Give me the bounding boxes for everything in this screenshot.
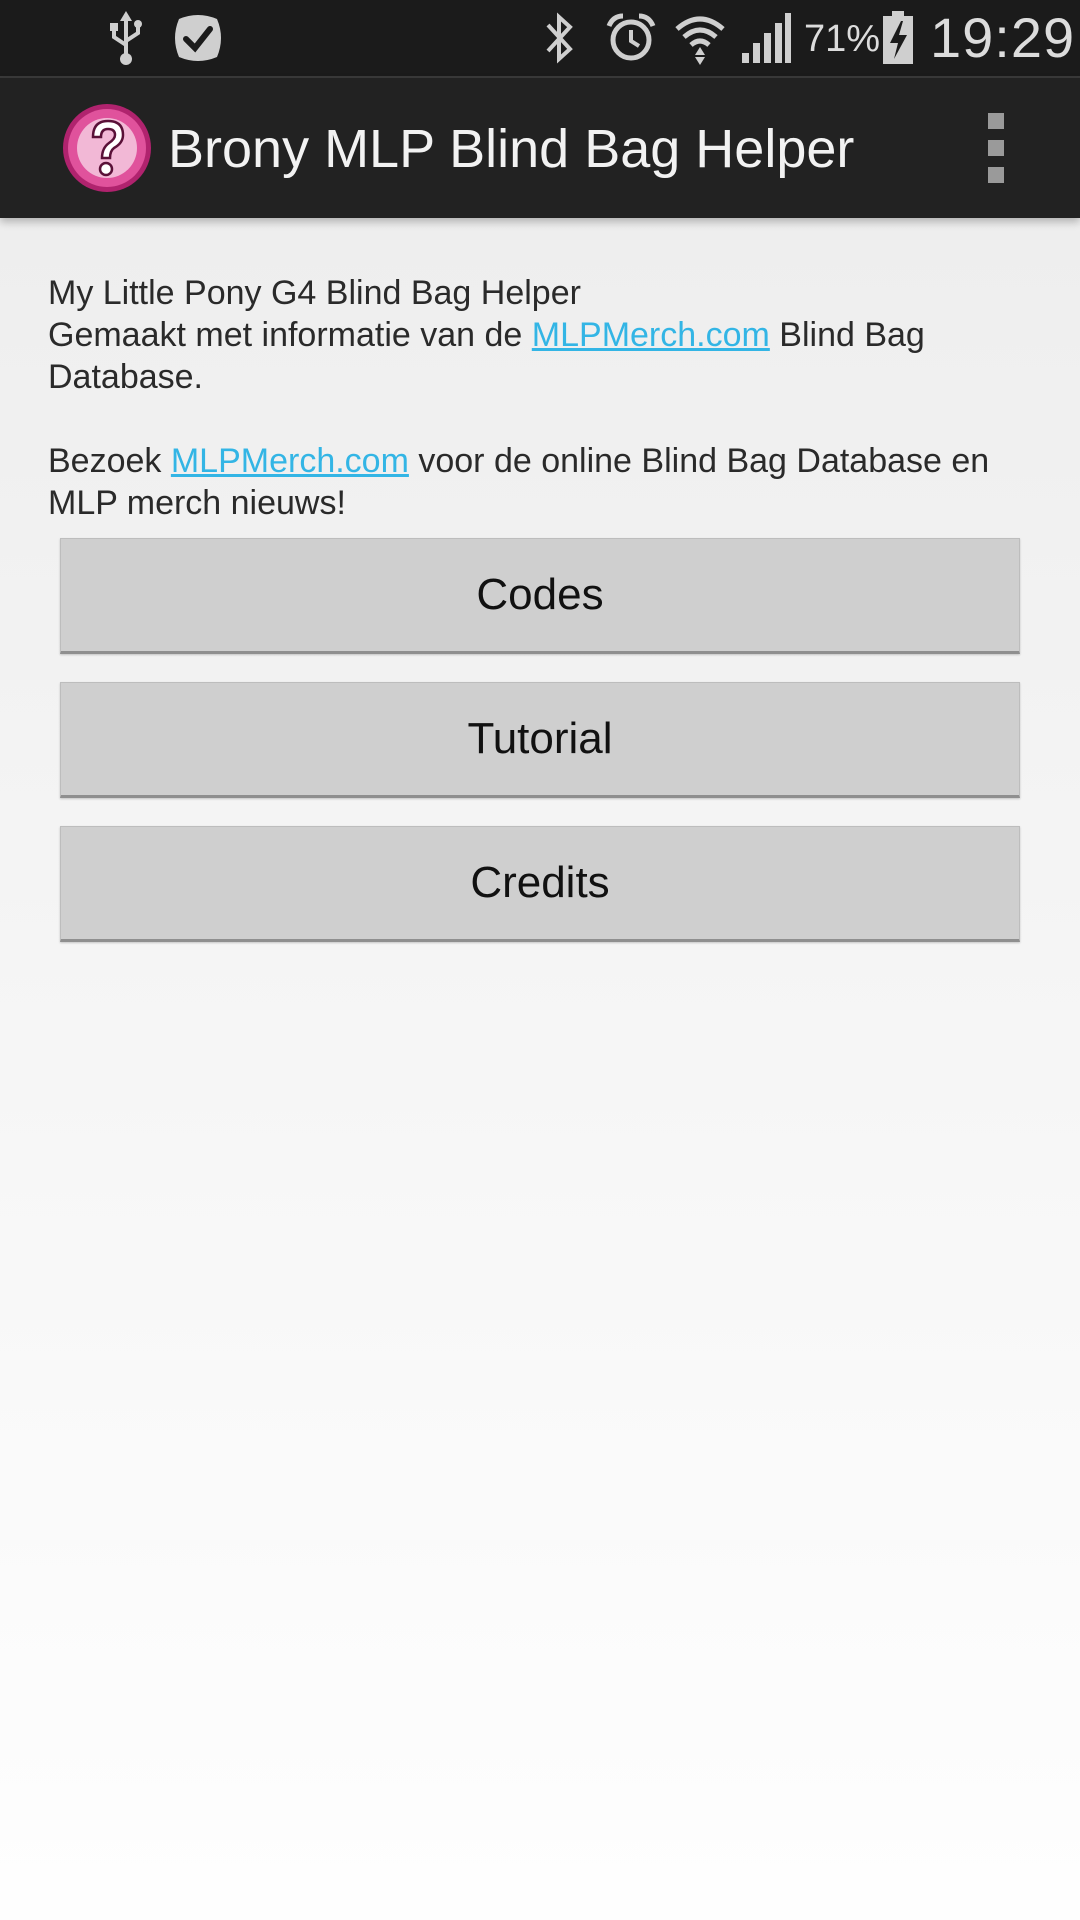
bluetooth-icon — [540, 10, 580, 66]
mlpmerch-link-2[interactable]: MLPMerch.com — [171, 442, 409, 480]
battery-percent: 71% — [804, 18, 881, 60]
wifi-icon — [672, 10, 728, 66]
intro-text: My Little Pony G4 Blind Bag Helper Gemaa… — [48, 272, 1038, 524]
tutorial-button[interactable]: Tutorial — [60, 682, 1020, 798]
signal-icon — [738, 10, 794, 66]
status-bar: 71% 19:29 — [0, 0, 1080, 76]
intro-line-title: My Little Pony G4 Blind Bag Helper — [48, 274, 581, 312]
overflow-menu-icon[interactable] — [976, 113, 1016, 183]
question-mark-logo-icon[interactable] — [62, 103, 152, 193]
usb-icon — [104, 10, 148, 66]
app-title: Brony MLP Blind Bag Helper — [168, 119, 855, 179]
task-check-icon — [170, 10, 226, 66]
battery-charging-icon — [878, 10, 918, 66]
intro-line-source: Gemaakt met informatie van de MLPMerch.c… — [48, 314, 1038, 398]
action-bar: Brony MLP Blind Bag Helper — [0, 78, 1080, 218]
menu-dot — [988, 113, 1004, 129]
alarm-icon — [604, 10, 658, 66]
menu-dot — [988, 167, 1004, 183]
intro-line-visit: Bezoek MLPMerch.com voor de online Blind… — [48, 440, 1038, 524]
intro-source-prefix: Gemaakt met informatie van de — [48, 316, 532, 354]
credits-button[interactable]: Credits — [60, 826, 1020, 942]
menu-dot — [988, 140, 1004, 156]
status-time: 19:29 — [930, 6, 1076, 69]
intro-visit-prefix: Bezoek — [48, 442, 171, 480]
mlpmerch-link-1[interactable]: MLPMerch.com — [532, 316, 770, 354]
codes-button[interactable]: Codes — [60, 538, 1020, 654]
